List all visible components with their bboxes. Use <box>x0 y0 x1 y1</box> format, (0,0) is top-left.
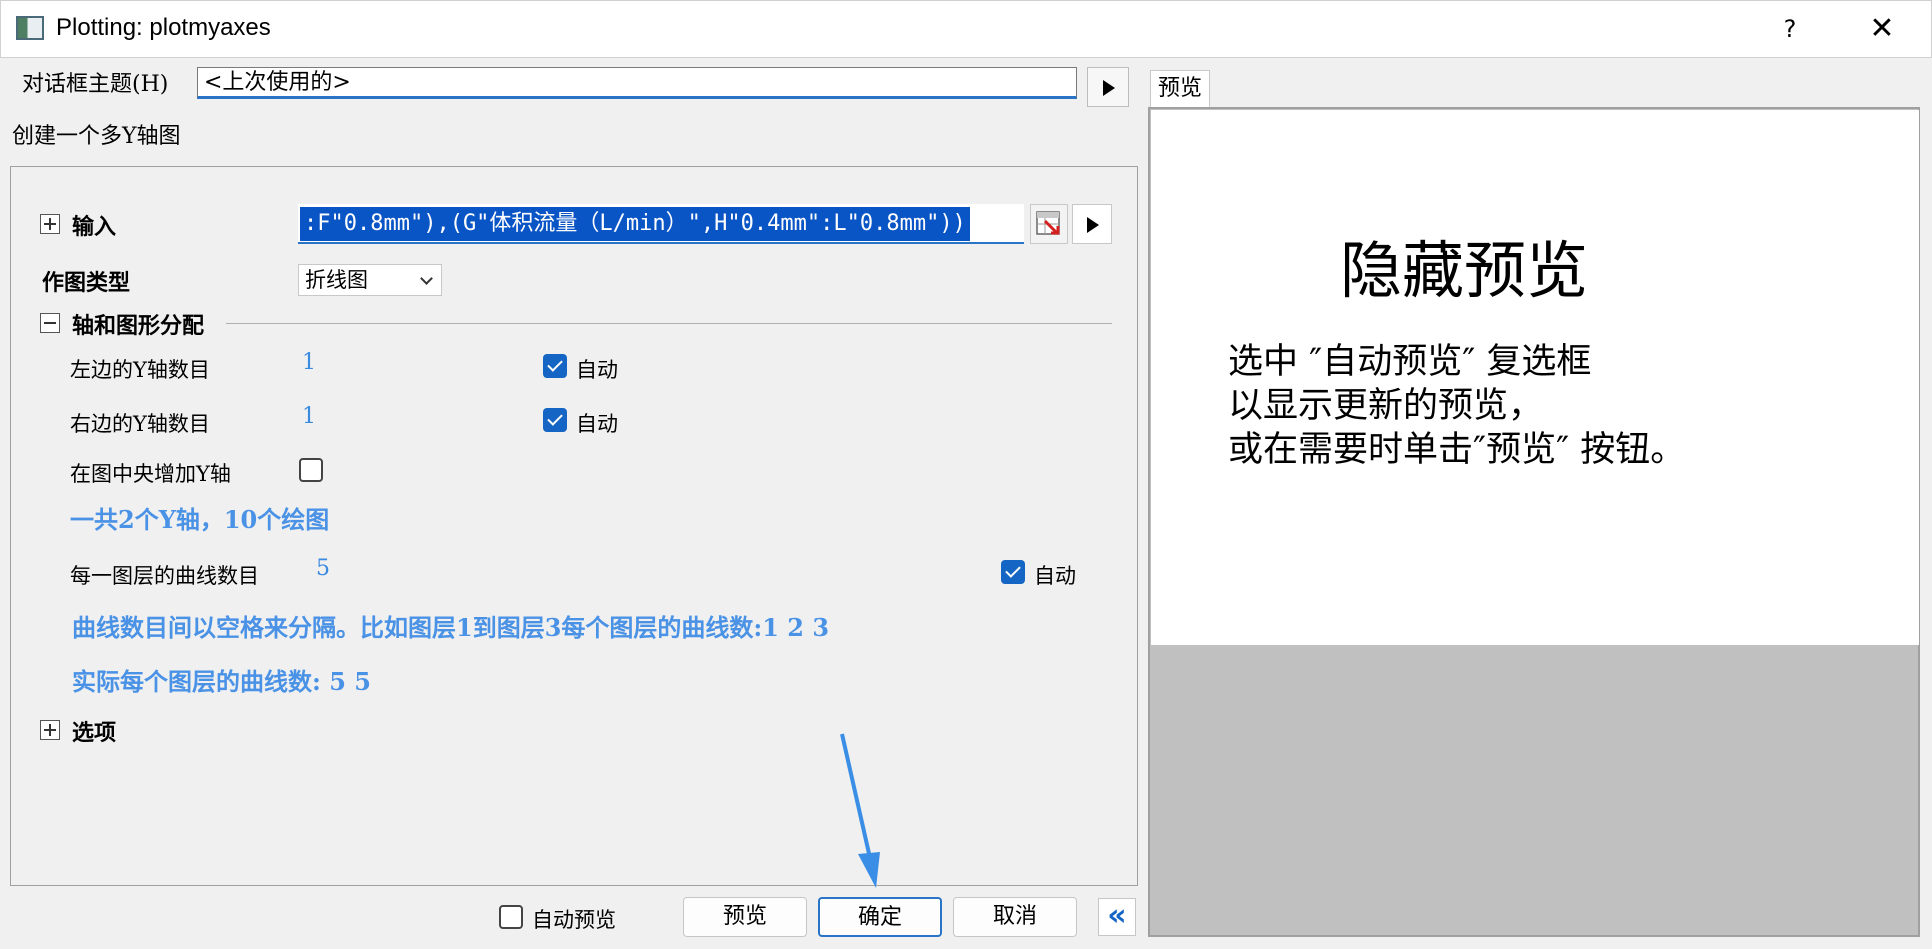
theme-menu-button[interactable] <box>1087 67 1129 107</box>
left-y-auto-checkbox[interactable] <box>543 354 567 378</box>
ok-button[interactable]: 确定 <box>818 897 942 937</box>
arrow-right-icon <box>1087 217 1099 233</box>
left-y-value[interactable]: 1 <box>302 350 316 375</box>
input-value: :F"0.8mm"),(G"体积流量（L/min）",H"0.4mm":L"0.… <box>300 207 970 241</box>
close-button[interactable]: ✕ <box>1860 10 1904 48</box>
axes-summary: 一共2个Y轴，10个绘图 <box>70 505 330 534</box>
chevron-down-icon <box>420 272 433 285</box>
curves-per-layer-value[interactable]: 5 <box>316 556 330 581</box>
expand-icon[interactable] <box>40 214 60 234</box>
left-y-auto-label: 自动 <box>576 358 618 382</box>
tab-preview[interactable]: 预览 <box>1150 70 1210 108</box>
left-y-label: 左边的Y轴数目 <box>70 358 210 382</box>
title-bar <box>0 0 1932 58</box>
preview-button[interactable]: 预览 <box>683 897 807 937</box>
window-title: Plotting: plotmyaxes <box>56 14 271 41</box>
arrow-right-icon <box>1103 80 1115 96</box>
plot-type-value: 折线图 <box>305 268 368 292</box>
preview-message-line: 选中 ″自动预览″ 复选框 <box>1228 342 1592 382</box>
preview-message: 选中 ″自动预览″ 复选框 以显示更新的预览， 或在需要时单击″预览″ 按钮。 <box>1228 340 1685 472</box>
auto-preview-checkbox[interactable] <box>499 905 523 929</box>
curves-hint: 曲线数目间以空格来分隔。比如图层1到图层3每个图层的曲线数:1 2 3 <box>72 613 830 642</box>
select-range-icon <box>1036 211 1060 235</box>
input-label: 输入 <box>72 214 117 240</box>
preview-heading: 隐藏预览 <box>1340 234 1589 307</box>
right-y-auto-checkbox[interactable] <box>543 408 567 432</box>
actual-curves: 实际每个图层的曲线数: 5 5 <box>72 667 371 696</box>
input-field[interactable]: :F"0.8mm"),(G"体积流量（L/min）",H"0.4mm":L"0.… <box>298 204 1024 244</box>
input-menu-button[interactable] <box>1072 204 1112 244</box>
collapse-preview-button[interactable]: « <box>1098 898 1136 936</box>
right-y-value[interactable]: 1 <box>302 404 316 429</box>
plot-type-label: 作图类型 <box>42 270 131 296</box>
options-label: 选项 <box>72 720 117 746</box>
auto-preview-label: 自动预览 <box>532 908 616 932</box>
app-icon <box>16 16 44 40</box>
right-y-auto-label: 自动 <box>576 412 618 436</box>
expand-icon[interactable] <box>40 720 60 740</box>
double-chevron-left-icon: « <box>1107 898 1127 933</box>
curves-auto-checkbox[interactable] <box>1001 560 1025 584</box>
right-y-label: 右边的Y轴数目 <box>70 412 210 436</box>
dialog-description: 创建一个多Y轴图 <box>12 124 181 149</box>
theme-label: 对话框主题(H) <box>22 72 169 97</box>
theme-combo[interactable]: <上次使用的> <box>197 67 1077 99</box>
curves-per-layer-label: 每一图层的曲线数目 <box>70 564 259 588</box>
center-y-checkbox[interactable] <box>299 458 323 482</box>
help-button[interactable]: ? <box>1770 10 1810 48</box>
group-divider <box>226 323 1112 324</box>
collapse-icon[interactable] <box>40 313 60 333</box>
annotation-arrow <box>840 733 880 888</box>
preview-message-line: 以显示更新的预览， <box>1228 386 1544 426</box>
axes-group-label: 轴和图形分配 <box>72 313 205 339</box>
curves-auto-label: 自动 <box>1034 564 1076 588</box>
center-y-label: 在图中央增加Y轴 <box>70 462 231 486</box>
plot-type-select[interactable]: 折线图 <box>298 264 442 296</box>
preview-message-line: 或在需要时单击″预览″ 按钮。 <box>1228 430 1686 470</box>
select-range-button[interactable] <box>1030 204 1068 244</box>
cancel-button[interactable]: 取消 <box>953 897 1077 937</box>
